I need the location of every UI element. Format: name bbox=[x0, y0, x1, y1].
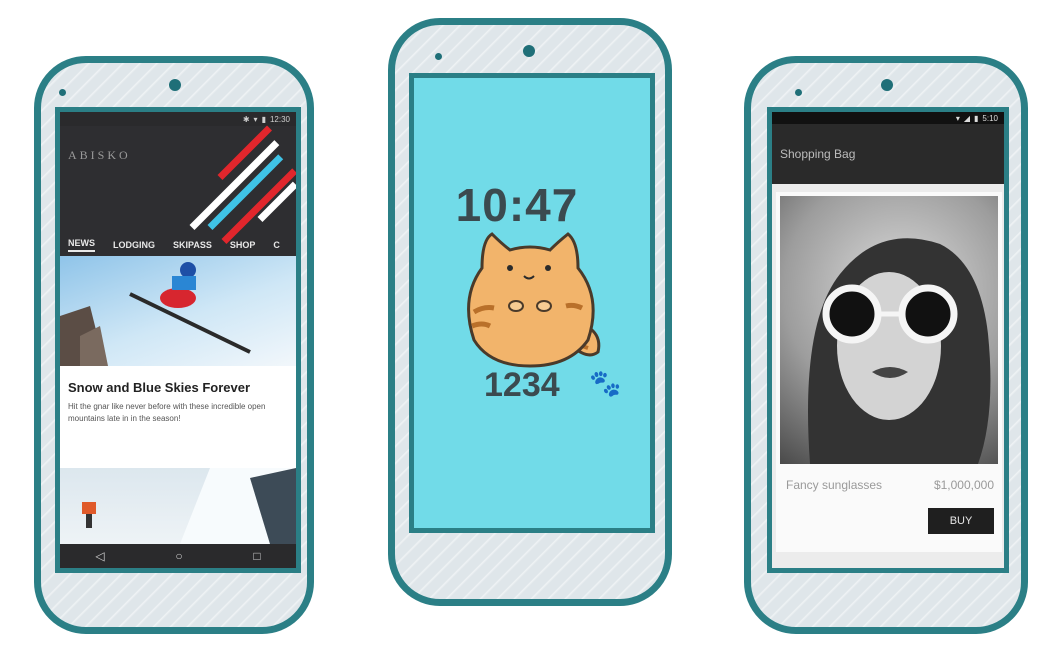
phone-center: 10:47 1234 🐾 bbox=[388, 18, 672, 606]
android-nav-bar: ◁ ○ □ bbox=[60, 544, 296, 568]
watch-time: 10:47 bbox=[455, 179, 579, 231]
signal-icon: ◢ bbox=[963, 113, 971, 123]
bluetooth-icon: ✱ bbox=[242, 114, 250, 124]
product-price: $1,000,000 bbox=[933, 478, 994, 492]
step-count: 1234 bbox=[484, 366, 560, 404]
tab-skipass[interactable]: SKIPASS bbox=[173, 240, 212, 250]
app-bar: Shopping Bag bbox=[772, 124, 1004, 184]
battery-icon: ▮ bbox=[974, 113, 979, 123]
phone-right-sensor bbox=[795, 89, 802, 96]
phone-center-sensor bbox=[435, 53, 442, 60]
abisko-app-screen: ✱ ▾ ▮ 12:30 ABISKO NEWS LODGING SKIPASS … bbox=[55, 107, 301, 573]
battery-icon: ▮ bbox=[261, 114, 266, 124]
product-image[interactable] bbox=[780, 196, 998, 464]
product-card: Fancy sunglasses $1,000,000 BUY bbox=[776, 192, 1002, 552]
skier-illustration bbox=[60, 262, 251, 366]
wifi-icon: ▾ bbox=[955, 113, 960, 123]
phone-left: ✱ ▾ ▮ 12:30 ABISKO NEWS LODGING SKIPASS … bbox=[34, 56, 314, 634]
status-bar: ✱ ▾ ▮ 12:30 bbox=[60, 112, 296, 126]
app-header: ABISKO NEWS LODGING SKIPASS SHOP C bbox=[60, 125, 296, 256]
recents-icon[interactable]: □ bbox=[253, 549, 260, 563]
home-icon[interactable]: ○ bbox=[175, 549, 182, 563]
abisko-logo: ABISKO bbox=[68, 148, 131, 162]
cat-illustration bbox=[467, 232, 601, 368]
phone-right: ▾ ◢ ▮ 5:10 Shopping Bag Fancy sunglasses… bbox=[744, 56, 1028, 634]
product-name: Fancy sunglasses bbox=[786, 478, 883, 492]
tab-news[interactable]: NEWS bbox=[68, 238, 95, 252]
tab-more[interactable]: C bbox=[273, 240, 280, 250]
app-title: Shopping Bag bbox=[780, 147, 856, 161]
tab-shop[interactable]: SHOP bbox=[230, 240, 256, 250]
article-hero-image[interactable] bbox=[60, 256, 296, 366]
paw-icon: 🐾 bbox=[589, 368, 622, 398]
shopping-app-screen: ▾ ◢ ▮ 5:10 Shopping Bag Fancy sunglasses… bbox=[767, 107, 1009, 573]
phone-center-camera bbox=[523, 45, 535, 57]
back-icon[interactable]: ◁ bbox=[95, 549, 104, 563]
watch-face-screen: 10:47 1234 🐾 bbox=[409, 73, 655, 533]
second-article-image[interactable] bbox=[60, 468, 296, 544]
tab-lodging[interactable]: LODGING bbox=[113, 240, 155, 250]
buy-button[interactable]: BUY bbox=[928, 508, 994, 534]
status-time: 5:10 bbox=[982, 113, 998, 123]
phone-right-camera bbox=[881, 79, 893, 91]
category-tabs: NEWS LODGING SKIPASS SHOP C bbox=[60, 234, 296, 256]
wifi-icon: ▾ bbox=[253, 114, 258, 124]
phone-left-camera bbox=[169, 79, 181, 91]
status-time: 12:30 bbox=[269, 114, 290, 124]
status-bar: ▾ ◢ ▮ 5:10 bbox=[772, 112, 1004, 124]
phone-left-sensor bbox=[59, 89, 66, 96]
article-title[interactable]: Snow and Blue Skies Forever bbox=[68, 380, 288, 395]
article-body: Hit the gnar like never before with thes… bbox=[68, 402, 266, 423]
